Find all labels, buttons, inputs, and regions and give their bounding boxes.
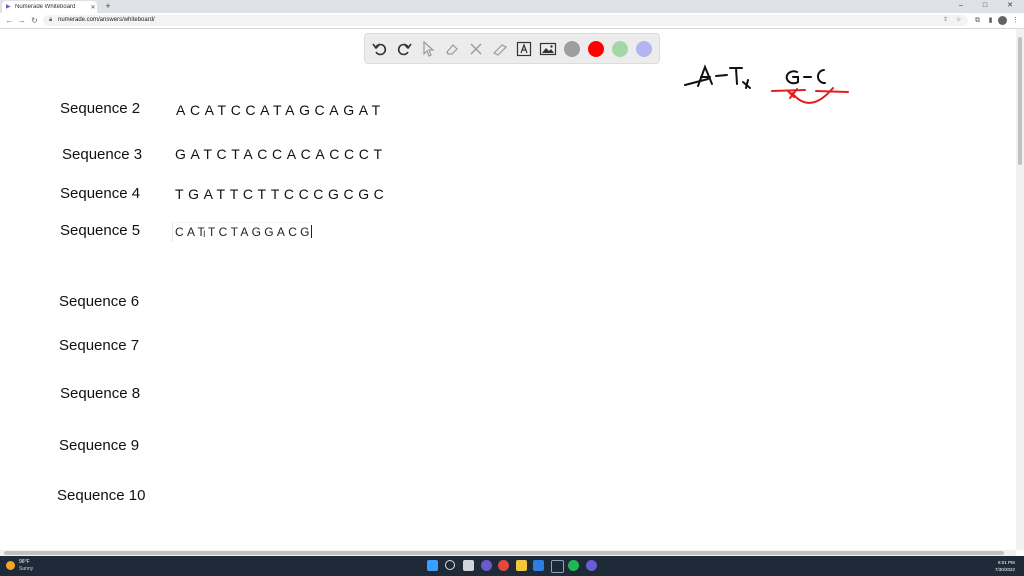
browser-toolbar: ← → ↻ 🔒︎ numerade.com/answers/whiteboard…: [0, 13, 1024, 29]
start-windows-icon[interactable]: [427, 560, 438, 571]
share-icon[interactable]: ⇪: [943, 15, 948, 26]
sidebar-icon[interactable]: ▮: [985, 15, 996, 26]
sun-icon[interactable]: [6, 561, 15, 570]
color-red-swatch[interactable]: [588, 41, 604, 57]
tab-strip: ▶ Numerade Whiteboard ✕ + – □ ✕: [0, 0, 1024, 13]
extensions-icon[interactable]: ⧉: [972, 15, 983, 26]
url-text: numerade.com/answers/whiteboard/: [58, 17, 155, 23]
file-explorer-icon[interactable]: [516, 560, 527, 571]
text-caret: [310, 225, 312, 238]
highlighter-icon[interactable]: [491, 40, 509, 58]
lock-icon: 🔒︎: [49, 17, 53, 23]
forward-button[interactable]: →: [16, 15, 27, 26]
sequence-2-text: ACATCCATAGCAGAT: [176, 102, 385, 118]
clear-icon[interactable]: [467, 40, 485, 58]
vertical-scroll-thumb[interactable]: [1018, 37, 1022, 165]
select-icon[interactable]: [419, 40, 437, 58]
profile-avatar[interactable]: [998, 16, 1007, 25]
reload-button[interactable]: ↻: [29, 15, 40, 26]
sequence-8-label: Sequence 8: [60, 385, 141, 402]
search-icon[interactable]: [445, 560, 455, 570]
ibeam-cursor-icon: I: [203, 229, 206, 239]
sequence-5-label: Sequence 5: [60, 222, 141, 239]
redo-icon[interactable]: [395, 40, 413, 58]
sequence-3-text: GATCTACCACACCCT: [175, 146, 387, 162]
image-icon[interactable]: [539, 40, 557, 58]
close-tab-icon[interactable]: ✕: [89, 4, 97, 11]
clock-date[interactable]: 7/30/2022: [995, 567, 1015, 572]
color-gray-swatch[interactable]: [564, 41, 580, 57]
sequence-4-label: Sequence 4: [60, 185, 141, 202]
numerade-app-icon[interactable]: [586, 560, 597, 571]
weather-temperature: 96°F: [19, 559, 30, 565]
text-icon[interactable]: [515, 40, 533, 58]
weather-condition: Sunny: [19, 566, 34, 572]
sequence-6-label: Sequence 6: [59, 293, 140, 310]
address-bar[interactable]: 🔒︎ numerade.com/answers/whiteboard/ ⇪ ☆: [43, 15, 968, 26]
sequence-5-text: CATTCTAGGACG: [175, 225, 313, 239]
handwritten-base-pairs: [684, 64, 849, 104]
sequence-5-textbox[interactable]: CATTCTAGGACG: [172, 222, 312, 242]
numerade-favicon-icon: ▶: [6, 4, 11, 10]
sequence-4-text: TGATTCTTCCCGCGC: [175, 186, 389, 202]
vertical-scrollbar[interactable]: [1016, 29, 1024, 550]
bookmark-star-icon[interactable]: ☆: [956, 15, 961, 26]
minimize-button[interactable]: –: [950, 0, 972, 13]
sequence-10-label: Sequence 10: [57, 487, 146, 504]
taskbar: 96°F Sunny 8:01 PM 7/30/2022: [0, 556, 1024, 576]
color-green-swatch[interactable]: [612, 41, 628, 57]
whiteboard-toolbar: [364, 33, 660, 64]
sequence-2-label: Sequence 2: [60, 100, 141, 117]
back-button[interactable]: ←: [4, 15, 15, 26]
maximize-button[interactable]: □: [974, 0, 996, 13]
color-lavender-swatch[interactable]: [636, 41, 652, 57]
chrome-icon[interactable]: [498, 560, 509, 571]
close-window-button[interactable]: ✕: [999, 0, 1021, 13]
sequence-3-label: Sequence 3: [62, 146, 143, 163]
chat-icon[interactable]: [481, 560, 492, 571]
handwriting-a-t: [684, 64, 751, 89]
eraser-icon[interactable]: [443, 40, 461, 58]
undo-icon[interactable]: [371, 40, 389, 58]
sequence-7-label: Sequence 7: [59, 337, 140, 354]
new-tab-button[interactable]: +: [103, 1, 113, 12]
handwriting-g-c: [771, 69, 849, 104]
horizontal-scroll-thumb[interactable]: [4, 551, 1004, 555]
spotify-icon[interactable]: [568, 560, 579, 571]
sequence-9-label: Sequence 9: [59, 437, 140, 454]
browser-tab[interactable]: ▶ Numerade Whiteboard ✕: [2, 1, 97, 13]
clock-time[interactable]: 8:01 PM: [998, 560, 1015, 565]
mail-icon[interactable]: [533, 560, 544, 571]
tab-title: Numerade Whiteboard: [15, 4, 76, 10]
steam-icon[interactable]: [551, 560, 564, 573]
menu-icon[interactable]: ⋮: [1010, 15, 1021, 26]
task-view-icon[interactable]: [463, 560, 474, 571]
